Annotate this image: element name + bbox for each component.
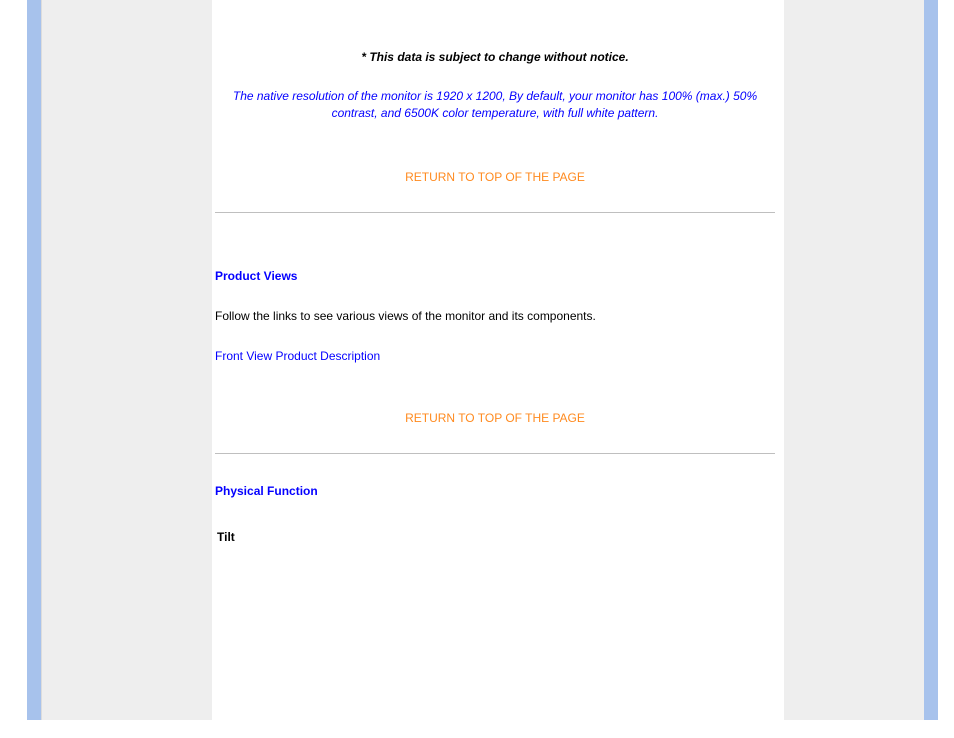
right-accent-stripe [924,0,938,720]
left-sidebar-area [41,0,212,720]
left-accent-stripe [27,0,41,720]
divider [215,453,775,454]
native-resolution-note: The native resolution of the monitor is … [215,88,775,122]
return-to-top-link[interactable]: RETURN TO TOP OF THE PAGE [215,170,775,184]
right-sidebar-area [784,0,924,720]
front-view-link[interactable]: Front View Product Description [215,349,380,363]
divider [215,212,775,213]
physical-function-heading: Physical Function [215,484,775,498]
product-views-heading: Product Views [215,269,775,283]
tilt-subheading: Tilt [217,530,775,544]
main-content: * This data is subject to change without… [215,0,775,544]
page-root: * This data is subject to change without… [0,0,954,738]
data-change-notice: * This data is subject to change without… [215,50,775,64]
product-views-description: Follow the links to see various views of… [215,309,775,323]
return-to-top-link[interactable]: RETURN TO TOP OF THE PAGE [215,411,775,425]
